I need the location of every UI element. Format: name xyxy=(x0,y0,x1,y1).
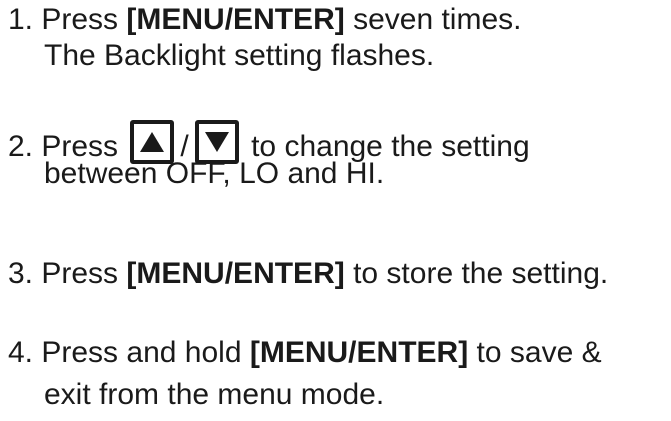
step-4-line-1: 4. Press and hold [MENU/ENTER] to save & xyxy=(8,332,602,374)
step-text: to save & xyxy=(476,336,602,369)
step-number: 2. xyxy=(8,130,34,163)
menu-enter-key-label: [MENU/ENTER] xyxy=(126,257,345,290)
step-1-line-1: 1. Press [MENU/ENTER] seven times. xyxy=(8,2,521,38)
step-text: Press xyxy=(41,3,119,36)
step-3-line-1: 3. Press [MENU/ENTER] to store the setti… xyxy=(8,256,608,292)
step-1: 1. Press [MENU/ENTER] seven times. The B… xyxy=(8,2,521,74)
down-arrow-key-icon xyxy=(194,120,239,164)
up-arrow-key-icon xyxy=(130,120,175,164)
instruction-list: 1. Press [MENU/ENTER] seven times. The B… xyxy=(0,0,671,421)
step-2-line-1: 2. Press / to change the setting xyxy=(8,120,530,164)
step-text: to store the setting. xyxy=(353,257,609,290)
step-number: 3. xyxy=(8,257,34,290)
step-4: 4. Press and hold [MENU/ENTER] to save &… xyxy=(8,332,602,416)
step-text: Press xyxy=(41,257,119,290)
step-3: 3. Press [MENU/ENTER] to store the setti… xyxy=(8,256,608,292)
menu-enter-key-label: [MENU/ENTER] xyxy=(249,336,469,369)
step-1-line-2: The Backlight setting flashes. xyxy=(44,39,435,72)
step-2: 2. Press / to change the setting between… xyxy=(8,120,530,192)
step-4-line-2: exit from the menu mode. xyxy=(44,378,385,411)
menu-enter-key-label: [MENU/ENTER] xyxy=(126,3,345,36)
step-text: seven times. xyxy=(353,3,522,36)
step-number: 1. xyxy=(8,3,34,36)
step-text: Press and hold xyxy=(41,336,242,369)
step-number: 4. xyxy=(8,336,34,369)
